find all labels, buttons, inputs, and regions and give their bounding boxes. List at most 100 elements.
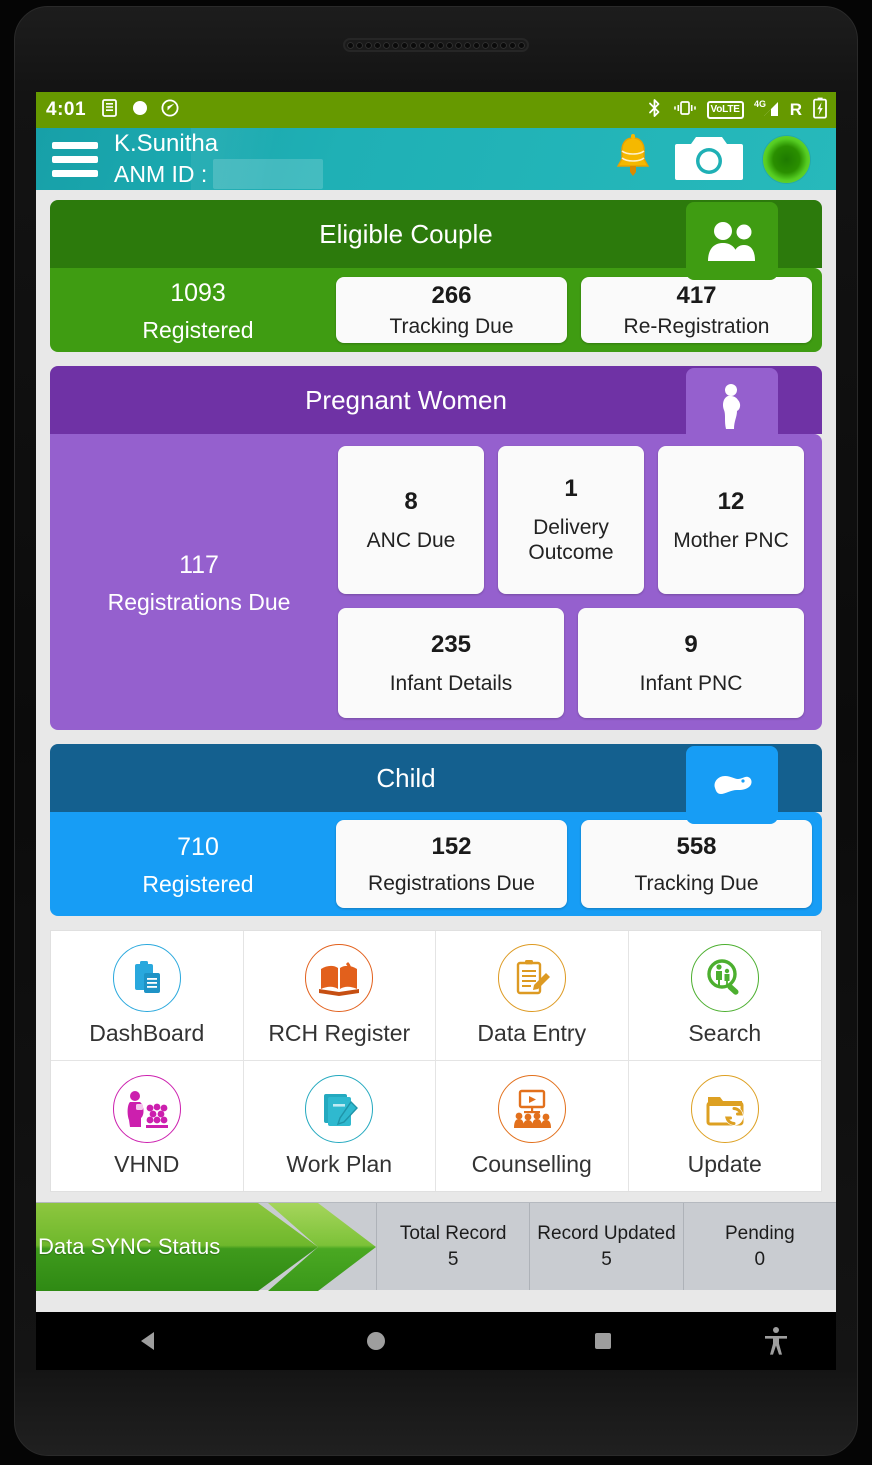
pregnant-women-registrations-value: 117	[179, 551, 219, 579]
menu-label: Data Entry	[477, 1020, 587, 1046]
sync-status-arrow[interactable]: Data SYNC Status	[36, 1203, 376, 1291]
sync-cell-record-updated: Record Updated 5	[529, 1203, 682, 1290]
tile-child-tracking-due[interactable]: 558 Tracking Due	[581, 820, 812, 908]
volte-icon: VoLTE	[706, 101, 744, 119]
notification-bell-icon[interactable]	[611, 133, 655, 186]
eligible-couple-primary[interactable]: 1093 Registered	[60, 273, 336, 347]
device-frame: 4:01 VoLTE 4G R K.Sunitha ANM ID: Eligi…	[0, 0, 872, 1465]
sync-cell-label: Pending	[724, 1222, 795, 1244]
notebook-pencil-icon	[305, 1074, 374, 1143]
menu-item-search[interactable]: Search	[628, 931, 821, 1061]
tile-label: Mother PNC	[673, 528, 789, 552]
tile-label: Tracking Due	[389, 314, 514, 338]
home-button[interactable]	[263, 1328, 490, 1354]
sync-cell-total-record: Total Record 5	[376, 1203, 529, 1290]
status-bar-right-icons: VoLTE 4G R	[646, 97, 828, 124]
recents-button[interactable]	[489, 1328, 716, 1354]
pregnant-woman-icon	[686, 368, 778, 446]
family-search-icon	[690, 944, 759, 1012]
bluetooth-icon	[646, 98, 663, 123]
tile-label: Re-Registration	[623, 314, 770, 338]
pregnant-women-header: Pregnant Women	[50, 366, 822, 446]
sync-cell-value: 5	[601, 1248, 612, 1270]
tile-tracking-due[interactable]: 266 Tracking Due	[336, 277, 567, 343]
accessibility-button[interactable]	[716, 1326, 836, 1356]
battery-charging-icon	[812, 97, 828, 124]
hamburger-menu-icon[interactable]	[36, 141, 100, 177]
menu-item-work-plan[interactable]: Work Plan	[243, 1061, 436, 1191]
tile-infant-pnc[interactable]: 9 Infant PNC	[578, 608, 804, 718]
menu-label: Update	[687, 1150, 762, 1177]
tile-label: Infant Details	[389, 671, 513, 695]
pregnant-women-card[interactable]: Pregnant Women 117 Registrations Due 8 A…	[50, 366, 822, 730]
eligible-couple-registered-value: 1093	[170, 279, 226, 307]
svg-text:4G: 4G	[754, 99, 766, 109]
status-bar-left-icons	[100, 98, 180, 123]
eligible-couple-card[interactable]: Eligible Couple 1093 Registered 266 Trac…	[50, 200, 822, 352]
child-primary[interactable]: 710 Registered	[60, 827, 336, 901]
anm-id-label: ANM ID :	[114, 161, 208, 187]
back-button[interactable]	[36, 1328, 263, 1354]
pregnant-women-primary[interactable]: 117 Registrations Due	[60, 545, 338, 619]
child-body: 710 Registered 152 Registrations Due 558…	[50, 812, 822, 916]
menu-item-dashboard[interactable]: DashBoard	[51, 931, 244, 1061]
android-navigation-bar	[36, 1312, 836, 1370]
anm-id-row: ANM ID :	[114, 159, 611, 189]
phone-screen: 4:01 VoLTE 4G R K.Sunitha ANM ID: Eligi…	[36, 92, 836, 1312]
menu-label: Search	[688, 1020, 762, 1046]
sync-cell-pending: Pending 0	[682, 1203, 836, 1290]
sim-card-icon	[100, 98, 120, 123]
tile-mother-pnc[interactable]: 12 Mother PNC	[658, 446, 804, 594]
tile-child-registrations-due[interactable]: 152 Registrations Due	[336, 820, 567, 908]
tile-label: Tracking Due	[634, 871, 759, 895]
menu-label: DashBoard	[89, 1020, 205, 1046]
tile-label: Infant PNC	[639, 671, 743, 695]
record-dot-icon	[131, 99, 149, 122]
couple-icon	[686, 202, 778, 280]
sync-cell-value: 0	[754, 1248, 766, 1270]
menu-grid: DashBoard RCH Register Data Entry Search…	[50, 930, 822, 1192]
roaming-icon: R	[789, 100, 802, 119]
baby-icon	[686, 746, 778, 824]
child-header: Child	[50, 744, 822, 824]
eligible-couple-tiles: 266 Tracking Due 417 Re-Registration	[336, 277, 812, 343]
tile-infant-details[interactable]: 235 Infant Details	[338, 608, 564, 718]
clipboard-icon	[112, 944, 181, 1012]
form-pencil-icon	[497, 944, 566, 1012]
tile-value: 1	[564, 475, 578, 502]
camera-icon[interactable]	[675, 132, 743, 187]
data-saver-icon	[160, 98, 180, 123]
pregnant-women-registrations-label: Registrations Due	[107, 589, 291, 615]
menu-item-data-entry[interactable]: Data Entry	[436, 931, 629, 1061]
status-bar-clock: 4:01	[46, 99, 87, 120]
menu-item-vhnd[interactable]: VHND	[51, 1061, 244, 1191]
tile-anc-due[interactable]: 8 ANC Due	[338, 446, 484, 594]
status-bar: 4:01 VoLTE 4G R	[36, 92, 836, 128]
pregnant-women-tiles: 8 ANC Due 1 Delivery Outcome 12 Mother P…	[338, 446, 812, 718]
menu-item-update[interactable]: Update	[628, 1061, 821, 1191]
tile-value: 266	[431, 281, 472, 309]
sync-cell-label: Total Record	[399, 1222, 507, 1244]
tile-value: 12	[717, 487, 745, 515]
presentation-group-icon	[497, 1074, 566, 1143]
child-registered-label: Registered	[142, 871, 254, 897]
child-card[interactable]: Child 710 Registered 152 Registrations D…	[50, 744, 822, 916]
menu-item-counselling[interactable]: Counselling	[436, 1061, 629, 1191]
tile-delivery-outcome[interactable]: 1 Delivery Outcome	[498, 446, 644, 594]
menu-item-rch-register[interactable]: RCH Register	[243, 931, 436, 1061]
vibrate-icon	[673, 99, 697, 122]
tile-value: 9	[684, 630, 698, 658]
eligible-couple-registered-label: Registered	[142, 317, 254, 343]
menu-label: VHND	[114, 1150, 180, 1177]
tile-re-registration[interactable]: 417 Re-Registration	[581, 277, 812, 343]
tile-value: 417	[676, 281, 717, 309]
tile-label: ANC Due	[366, 528, 456, 552]
user-info: K.Sunitha ANM ID :	[100, 129, 611, 189]
tile-value: 152	[431, 832, 472, 860]
child-tiles: 152 Registrations Due 558 Tracking Due	[336, 820, 812, 908]
sync-status-indicator[interactable]	[763, 135, 810, 183]
pregnant-women-body: 117 Registrations Due 8 ANC Due 1 Delive…	[50, 434, 822, 730]
child-registered-value: 710	[177, 833, 219, 861]
signal-4g-icon: 4G	[754, 98, 780, 123]
folder-sync-icon	[690, 1074, 759, 1143]
